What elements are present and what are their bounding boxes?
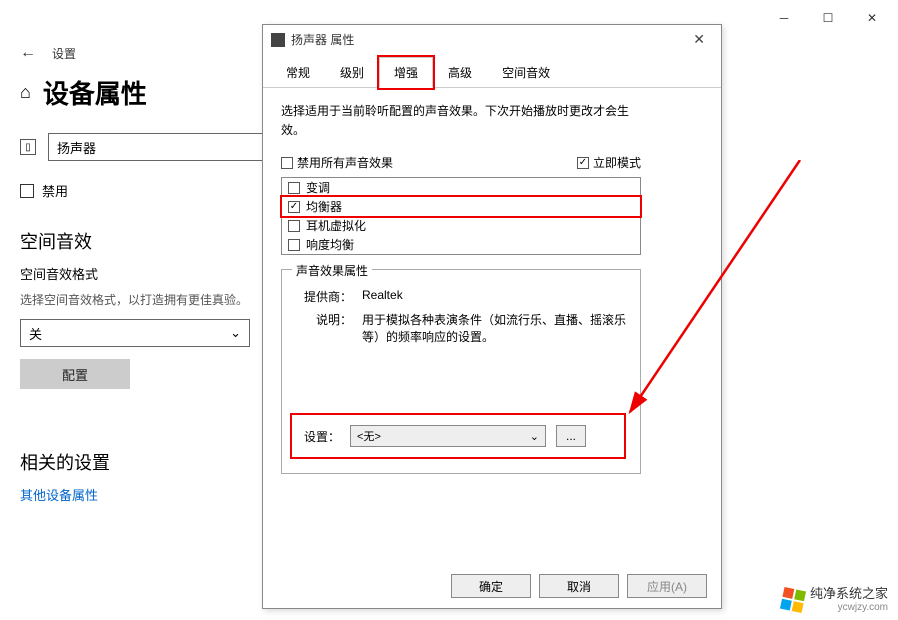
effect-pitch-shift[interactable]: 变调 xyxy=(282,178,640,197)
effect-label: 变调 xyxy=(306,179,330,196)
tab-enhancements[interactable]: 增强 xyxy=(379,57,433,88)
tab-levels[interactable]: 级别 xyxy=(325,57,379,88)
dialog-icon xyxy=(271,33,285,47)
device-name-input[interactable] xyxy=(48,133,268,161)
dialog-close-button[interactable]: ✕ xyxy=(685,31,713,48)
setting-select[interactable]: <无> ⌄ xyxy=(350,425,546,447)
config-button[interactable]: 配置 xyxy=(20,359,130,389)
tab-spatial[interactable]: 空间音效 xyxy=(487,57,565,88)
effect-checkbox[interactable]: ✓ xyxy=(288,201,300,213)
immediate-mode-checkbox[interactable]: ✓ xyxy=(577,157,589,169)
disable-all-label: 禁用所有声音效果 xyxy=(297,154,393,171)
effect-checkbox[interactable] xyxy=(288,239,300,251)
desc-label: 说明： xyxy=(296,311,352,345)
dialog-title: 扬声器 属性 xyxy=(291,31,679,48)
watermark: 纯净系统之家 ycwjzy.com xyxy=(782,586,888,614)
minimize-button[interactable]: ─ xyxy=(762,4,806,32)
chevron-down-icon: ⌄ xyxy=(230,325,241,341)
watermark-url: ycwjzy.com xyxy=(838,602,888,614)
speaker-properties-dialog: 扬声器 属性 ✕ 常规 级别 增强 高级 空间音效 选择适用于当前聆听配置的声音… xyxy=(262,24,722,609)
provider-value: Realtek xyxy=(362,288,626,305)
dialog-buttons: 确定 取消 应用(A) xyxy=(263,563,721,608)
effect-checkbox[interactable] xyxy=(288,182,300,194)
back-icon[interactable]: ← xyxy=(20,44,36,62)
spatial-format-value: 关 xyxy=(29,324,42,343)
provider-label: 提供商： xyxy=(296,288,352,305)
page-title: 设备属性 xyxy=(43,74,147,111)
settings-label: 设置 xyxy=(52,45,76,62)
apply-button[interactable]: 应用(A) xyxy=(627,574,707,598)
effect-headphone-virt[interactable]: 耳机虚拟化 xyxy=(282,216,640,235)
desc-value: 用于模拟各种表演条件（如流行乐、直播、摇滚乐等）的频率响应的设置。 xyxy=(362,311,626,345)
effect-loudness-eq[interactable]: 响度均衡 xyxy=(282,235,640,254)
chevron-down-icon: ⌄ xyxy=(530,430,539,443)
properties-legend: 声音效果属性 xyxy=(292,262,372,279)
effect-label: 响度均衡 xyxy=(306,236,354,253)
enhancement-description: 选择适用于当前聆听配置的声音效果。下次开始播放时更改才会生效。 xyxy=(281,102,641,140)
tab-general[interactable]: 常规 xyxy=(271,57,325,88)
spatial-desc: 选择空间音效格式，以打造拥有更佳真验。 xyxy=(20,291,250,309)
maximize-button[interactable]: ☐ xyxy=(806,4,850,32)
tab-advanced[interactable]: 高级 xyxy=(433,57,487,88)
tab-body: 选择适用于当前聆听配置的声音效果。下次开始播放时更改才会生效。 禁用所有声音效果… xyxy=(263,88,721,563)
effect-equalizer[interactable]: ✓ 均衡器 xyxy=(282,197,640,216)
disable-all-checkbox[interactable] xyxy=(281,157,293,169)
effect-label: 均衡器 xyxy=(306,198,342,215)
ok-button[interactable]: 确定 xyxy=(451,574,531,598)
disable-label: 禁用 xyxy=(42,181,68,200)
effects-list[interactable]: 变调 ✓ 均衡器 耳机虚拟化 响度均衡 xyxy=(281,177,641,255)
home-icon[interactable]: ⌂ xyxy=(20,82,31,103)
effect-checkbox[interactable] xyxy=(288,220,300,232)
watermark-logo xyxy=(780,587,806,613)
setting-browse-button[interactable]: ... xyxy=(556,425,586,447)
effect-label: 耳机虚拟化 xyxy=(306,217,366,234)
speaker-icon: ▯ xyxy=(20,139,36,155)
setting-label: 设置： xyxy=(304,428,340,445)
spatial-format-select[interactable]: 关 ⌄ xyxy=(20,319,250,347)
watermark-text: 纯净系统之家 xyxy=(810,586,888,602)
close-button[interactable]: ✕ xyxy=(850,4,894,32)
disable-checkbox[interactable] xyxy=(20,184,34,198)
setting-value: <无> xyxy=(357,428,381,444)
immediate-mode-label: 立即模式 xyxy=(593,154,641,171)
effect-properties: 声音效果属性 提供商： Realtek 说明： 用于模拟各种表演条件（如流行乐、… xyxy=(281,269,641,474)
dialog-titlebar[interactable]: 扬声器 属性 ✕ xyxy=(263,25,721,54)
cancel-button[interactable]: 取消 xyxy=(539,574,619,598)
setting-row: 设置： <无> ⌄ ... xyxy=(292,415,624,457)
tab-strip: 常规 级别 增强 高级 空间音效 xyxy=(263,56,721,88)
